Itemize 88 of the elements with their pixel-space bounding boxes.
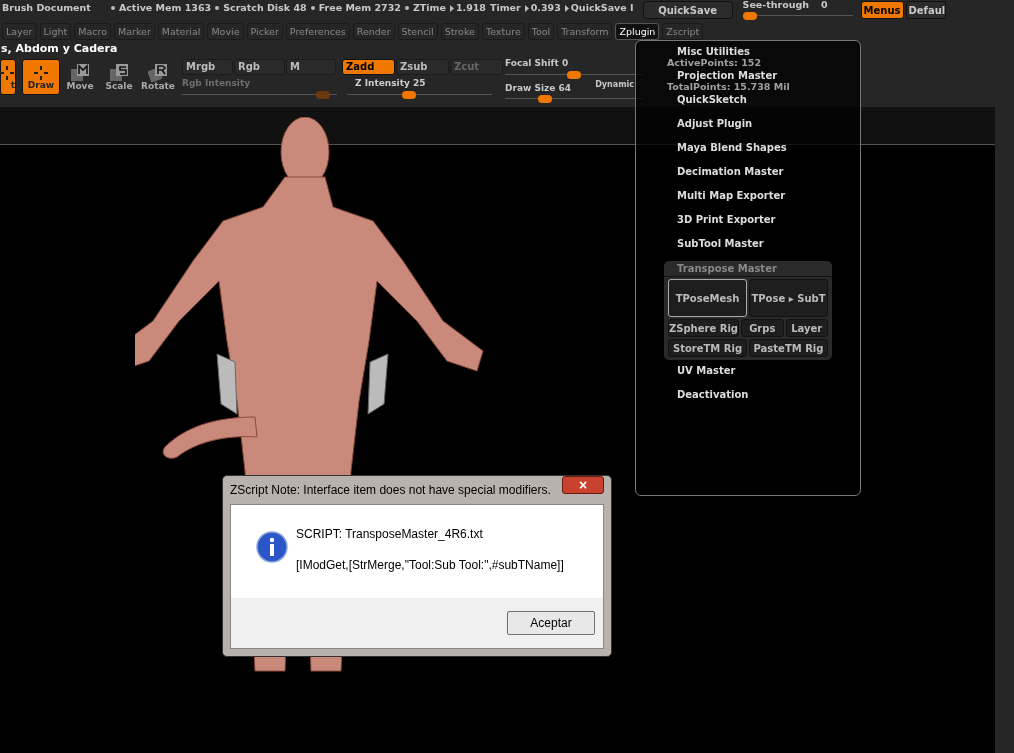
plugin-menu-item[interactable]: Decimation Master xyxy=(677,166,784,178)
menu-tab[interactable]: Zscript xyxy=(662,23,704,40)
crosshair-icon xyxy=(0,64,15,81)
menu-tab[interactable]: Light xyxy=(39,23,72,40)
plugin-menu-item[interactable]: Projection Master xyxy=(677,70,778,82)
plugin-button[interactable]: Grps xyxy=(741,319,784,337)
status-text: QuickSave I xyxy=(570,0,634,15)
bullet-icon xyxy=(404,6,409,10)
menu-tab[interactable]: Texture xyxy=(481,23,525,40)
arrow-right-icon xyxy=(524,4,529,12)
see-through-label: See-through xyxy=(742,0,810,12)
status-text: Timer xyxy=(489,0,521,15)
plugin-button[interactable]: StoreTM Rig xyxy=(668,339,747,357)
menu-tab[interactable]: Macro xyxy=(74,23,111,40)
slider-thumb[interactable] xyxy=(567,70,581,79)
slider-label: Rgb Intensity xyxy=(182,77,252,90)
accept-button[interactable]: Aceptar xyxy=(507,611,595,635)
see-through-value: 0 xyxy=(821,0,828,12)
plugin-button[interactable]: PasteTM Rig xyxy=(749,339,828,357)
tool-button[interactable]: Rotate xyxy=(139,59,177,95)
slider-thumb[interactable] xyxy=(402,90,416,99)
menu-tab[interactable]: Transform xyxy=(557,23,613,40)
bullet-icon xyxy=(310,6,315,10)
menu-tab[interactable]: Marker xyxy=(114,23,155,40)
plugin-menu-item[interactable]: 3D Print Exporter xyxy=(677,214,776,226)
plugin-menu-item[interactable]: Deactivation xyxy=(677,389,749,401)
points-readout: TotalPoints: 15.738 Mil xyxy=(667,82,790,92)
tool-button[interactable]: Move xyxy=(61,59,99,95)
slider-label: Draw Size 64 xyxy=(505,81,571,95)
menu-tab[interactable]: Movie xyxy=(207,23,244,40)
menu-tab[interactable]: Layer xyxy=(2,23,37,40)
status-text: 0.393 xyxy=(530,0,561,15)
mode-button[interactable]: M xyxy=(286,59,336,75)
arrow-right-icon xyxy=(449,4,454,12)
menus-button[interactable]: Menus xyxy=(860,1,904,19)
stacked-squares-icon xyxy=(109,63,129,82)
stacked-squares-icon xyxy=(70,63,90,82)
tool-button[interactable]: Scale xyxy=(100,59,138,95)
menu-tab[interactable]: Zplugin xyxy=(615,23,660,40)
slider-label: Z Intensity 25 xyxy=(354,77,427,90)
plugin-button[interactable]: TPose ▸ SubT xyxy=(749,279,828,317)
plugin-menu-item[interactable]: Misc Utilities xyxy=(677,46,750,58)
plugin-menu-item[interactable]: SubTool Master xyxy=(677,238,764,250)
tool-button[interactable]: t xyxy=(0,59,16,95)
default-button[interactable]: Defaul xyxy=(905,1,947,19)
menu-tab[interactable]: Tool xyxy=(527,23,555,40)
bullet-icon xyxy=(215,6,220,10)
close-button[interactable]: × xyxy=(562,476,604,494)
bullet-icon xyxy=(110,6,115,10)
plugin-group-header[interactable]: Transpose Master xyxy=(664,261,832,277)
plugin-menu-item[interactable]: QuickSketch xyxy=(677,94,747,106)
quicksave-button[interactable]: QuickSave xyxy=(642,1,733,19)
menu-tab[interactable]: Stencil xyxy=(397,23,438,40)
menu-tab[interactable]: Stroke xyxy=(440,23,479,40)
plugin-menu-item[interactable]: Adjust Plugin xyxy=(677,118,753,130)
tool-button[interactable]: Draw xyxy=(22,59,60,95)
status-text: Scratch Disk 48 xyxy=(223,0,307,15)
menu-tab[interactable]: Preferences xyxy=(285,23,350,40)
status-text: 1.918 xyxy=(455,0,486,15)
crosshair-icon xyxy=(33,64,49,81)
mode-button[interactable]: Mrgb xyxy=(182,59,233,75)
menu-tab[interactable]: Render xyxy=(352,23,395,40)
plugin-button[interactable]: Layer xyxy=(785,319,828,337)
document-title: Brush Document xyxy=(2,0,91,15)
menu-tab[interactable]: Material xyxy=(157,23,205,40)
points-readout: ActivePoints: 152 xyxy=(667,58,763,68)
dialog-title: ZScript Note: Interface item does not have special modifiers. xyxy=(230,482,551,499)
menu-tab[interactable]: Picker xyxy=(246,23,283,40)
slider-label: Focal Shift 0 xyxy=(505,57,569,70)
slider-thumb[interactable] xyxy=(742,12,757,21)
plugin-menu-item[interactable]: Multi Map Exporter xyxy=(677,190,786,202)
plugin-menu-item[interactable]: Maya Blend Shapes xyxy=(677,142,787,154)
status-text: Free Mem 2732 xyxy=(318,0,401,15)
plugin-button[interactable]: ZSphere Rig xyxy=(668,319,739,337)
arrow-right-icon xyxy=(564,4,569,12)
mode-button[interactable]: Zsub xyxy=(396,59,449,75)
dialog-message: SCRIPT: TransposeMaster_4R6.txt xyxy=(296,526,484,543)
dialog-message: [IModGet,[StrMerge,"Tool:Sub Tool:",#subTName]] xyxy=(296,557,564,574)
status-text: ZTime xyxy=(412,0,446,15)
status-text: Active Mem 1363 xyxy=(118,0,212,15)
slider-thumb[interactable] xyxy=(538,95,553,103)
mode-button[interactable]: Zadd xyxy=(342,59,395,75)
plugin-button[interactable]: TPoseMesh xyxy=(668,279,747,317)
stacked-squares-icon xyxy=(148,63,168,82)
info-icon xyxy=(256,531,288,563)
plugin-menu-item[interactable]: UV Master xyxy=(677,365,736,377)
subtool-name: s, Abdom y Cadera xyxy=(1,41,118,58)
mode-button[interactable]: Rgb xyxy=(234,59,285,75)
